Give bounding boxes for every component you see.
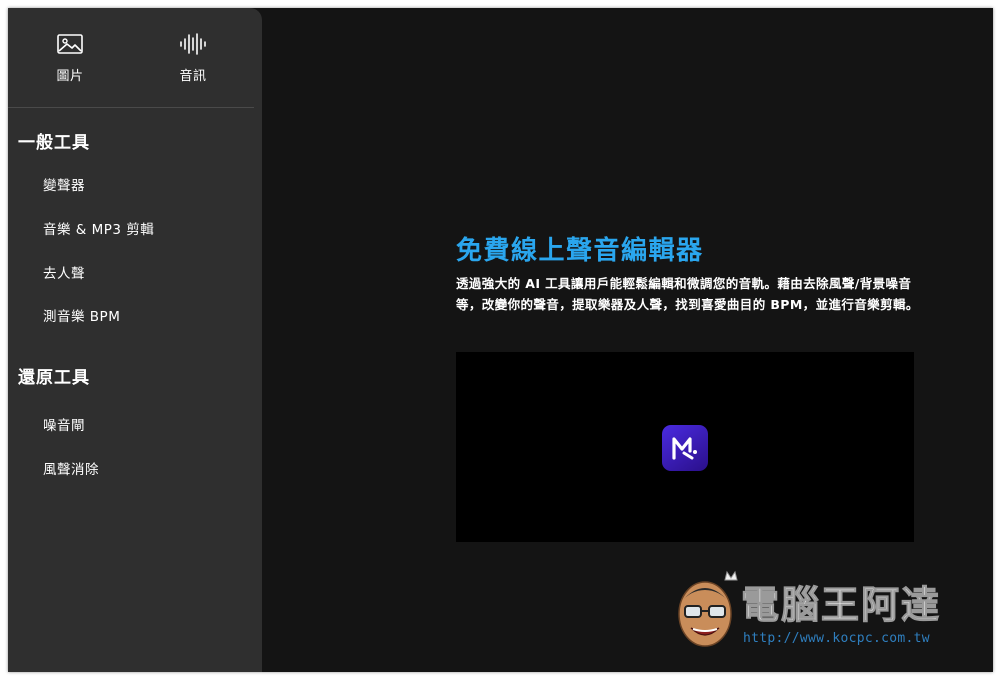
sidebar: 圖片 音訊 一般工具 變聲器 音樂 & MP3 剪輯 去人聲 測音樂 BPM 還…	[8, 8, 262, 672]
tab-audio-label: 音訊	[179, 69, 207, 84]
media-io-logo-icon	[662, 425, 708, 471]
audio-waveform-icon	[153, 32, 233, 56]
page-description: 透過強大的 AI 工具讓用戶能輕鬆編輯和微調您的音軌。藉由去除風聲/背景噪音等，…	[456, 276, 919, 312]
tab-image[interactable]: 圖片	[30, 32, 110, 92]
image-icon	[30, 32, 110, 56]
tab-image-label: 圖片	[56, 69, 84, 84]
watermark-title: 電腦王阿達	[740, 582, 942, 628]
sidebar-item-voice-changer[interactable]: 變聲器	[43, 174, 85, 194]
video-player[interactable]	[456, 352, 914, 542]
section-heading-restore-tools: 還原工具	[18, 368, 90, 388]
sidebar-item-wind-remover[interactable]: 風聲消除	[43, 458, 99, 478]
section-heading-general-tools: 一般工具	[18, 133, 90, 153]
tab-audio[interactable]: 音訊	[153, 32, 233, 92]
sidebar-item-music-mp3-cutter[interactable]: 音樂 & MP3 剪輯	[43, 218, 154, 238]
sidebar-item-noise-gate[interactable]: 噪音閘	[43, 414, 85, 434]
watermark: 電腦王阿達 http://www.kocpc.com.tw	[663, 568, 973, 658]
mascot-face-icon	[669, 568, 741, 658]
page-title: 免費線上聲音編輯器	[456, 236, 704, 266]
app-window: 圖片 音訊 一般工具 變聲器 音樂 & MP3 剪輯 去人聲 測音樂 BPM 還…	[8, 8, 993, 672]
watermark-url: http://www.kocpc.com.tw	[743, 631, 930, 646]
mode-tabs: 圖片 音訊	[8, 8, 254, 108]
sidebar-item-vocal-remover[interactable]: 去人聲	[43, 262, 85, 282]
sidebar-item-bpm-finder[interactable]: 測音樂 BPM	[43, 305, 120, 325]
